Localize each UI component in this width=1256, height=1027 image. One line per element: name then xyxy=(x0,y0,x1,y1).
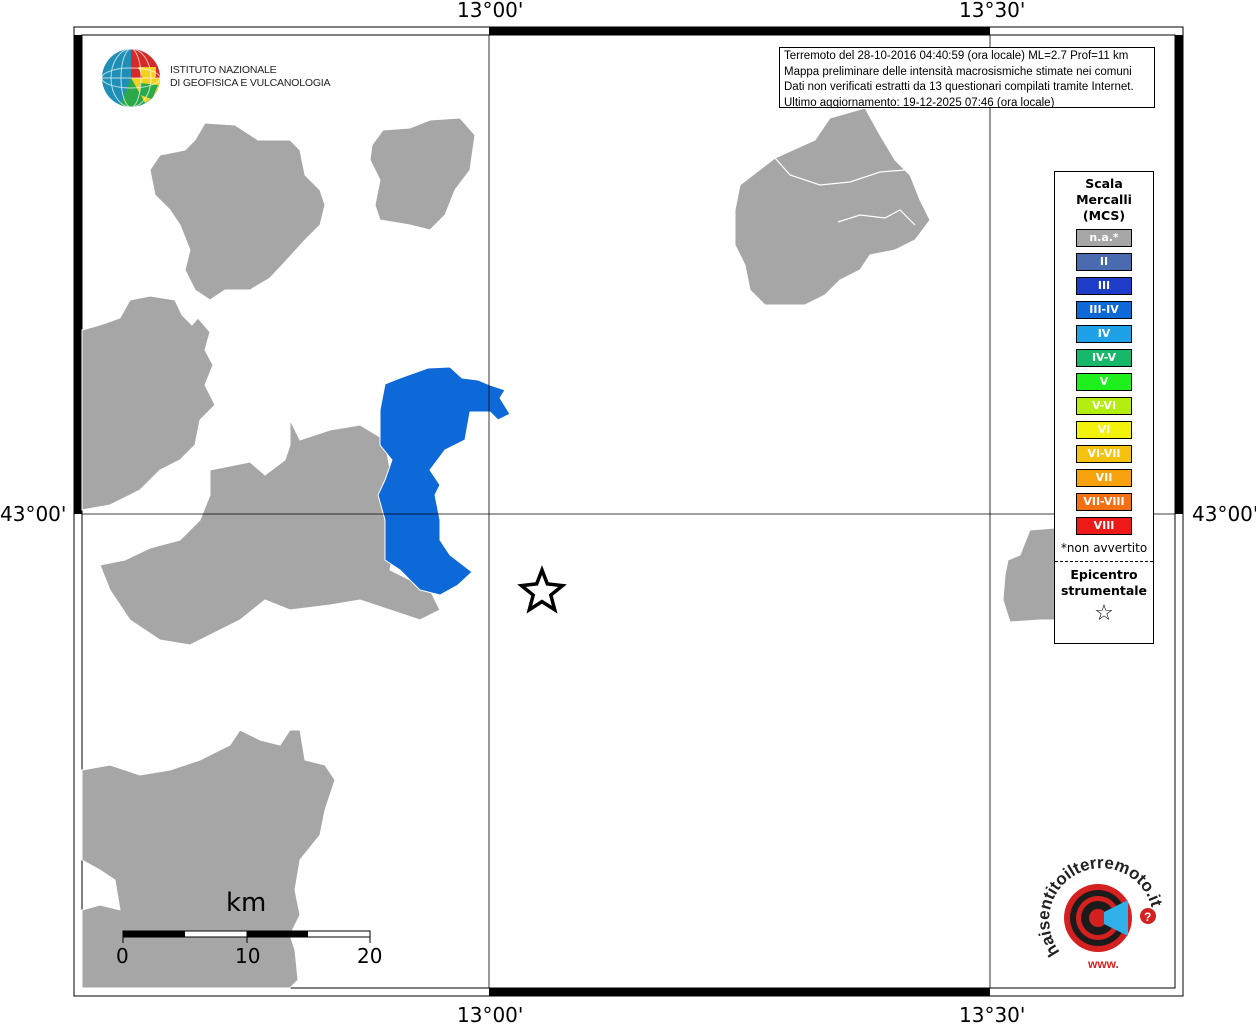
latitude-label-right: 43°00' xyxy=(1192,502,1256,526)
legend-item: VI xyxy=(1076,421,1132,439)
legend-item: II xyxy=(1076,253,1132,271)
ingv-name-line1: ISTITUTO NAZIONALE xyxy=(170,64,277,76)
legend-item: IV xyxy=(1076,325,1132,343)
longitude-label-top-1: 13°00' xyxy=(457,0,524,22)
legend-title-line2: Mercalli xyxy=(1076,192,1132,207)
legend-item: IV-V xyxy=(1076,349,1132,367)
legend-item: VII-VIII xyxy=(1076,493,1132,511)
legend-epicenter-line1: Epicentro xyxy=(1070,567,1138,582)
legend-epicenter-line2: strumentale xyxy=(1060,583,1148,598)
info-line-1: Terremoto del 28-10-2016 04:40:59 (ora l… xyxy=(784,50,1129,62)
ingv-name: ISTITUTO NAZIONALE DI GEOFISICA E VULCAN… xyxy=(170,64,331,90)
legend-item: V xyxy=(1076,373,1132,391)
scale-tick-20: 20 xyxy=(357,944,383,968)
legend-divider xyxy=(1055,561,1153,562)
legend-item: III-IV xyxy=(1076,301,1132,319)
info-line-3: Dati non verificati estratti da 13 quest… xyxy=(784,81,1134,93)
legend-star-icon: ☆ xyxy=(1094,601,1114,626)
ingv-name-line2: DI GEOFISICA E VULCANOLOGIA xyxy=(170,77,331,89)
legend-item: VII xyxy=(1076,469,1132,487)
legend-item: III xyxy=(1076,277,1132,295)
svg-text:?: ? xyxy=(1144,910,1151,924)
legend-item: n.a.* xyxy=(1076,229,1132,247)
longitude-label-bottom-2: 13°30' xyxy=(959,1003,1026,1027)
legend-epicenter-label: Epicentro strumentale xyxy=(1055,567,1153,599)
legend-item: V-VI xyxy=(1076,397,1132,415)
haisentito-prefix: www. xyxy=(1087,957,1119,971)
legend-items: n.a.* II III III-IV IV IV-V V V-VI VI VI-VII VII VI… xyxy=(1055,229,1153,535)
haisentito-logo: haisentitoilterremoto.it www. ? xyxy=(1030,853,1170,976)
scale-tick-10: 10 xyxy=(235,944,261,968)
legend-title: Scala Mercalli (MCS) xyxy=(1055,176,1153,224)
globe-icon xyxy=(101,48,161,108)
legend-item: VIII xyxy=(1076,517,1132,535)
mcs-legend: Scala Mercalli (MCS) n.a.* II III III-IV IV I… xyxy=(1054,171,1154,644)
info-line-2: Mappa preliminare delle intensità macros… xyxy=(784,65,1132,78)
scale-unit: km xyxy=(226,888,267,918)
legend-note: *non avvertito xyxy=(1060,541,1148,555)
legend-title-line1: Scala xyxy=(1085,176,1123,191)
legend-title-line3: (MCS) xyxy=(1082,208,1126,223)
scale-tick-0: 0 xyxy=(116,944,129,968)
longitude-label-top-2: 13°30' xyxy=(959,0,1026,22)
earthquake-info-box: Terremoto del 28-10-2016 04:40:59 (ora l… xyxy=(779,47,1155,108)
longitude-label-bottom-1: 13°00' xyxy=(457,1003,524,1027)
scale-bar: km 0 10 20 xyxy=(110,888,390,973)
info-line-4: Ultimo aggiornamento: 19-12-2025 07:46 (… xyxy=(784,96,1055,108)
latitude-label-left: 43°00' xyxy=(0,502,67,526)
legend-item: VI-VII xyxy=(1076,445,1132,463)
